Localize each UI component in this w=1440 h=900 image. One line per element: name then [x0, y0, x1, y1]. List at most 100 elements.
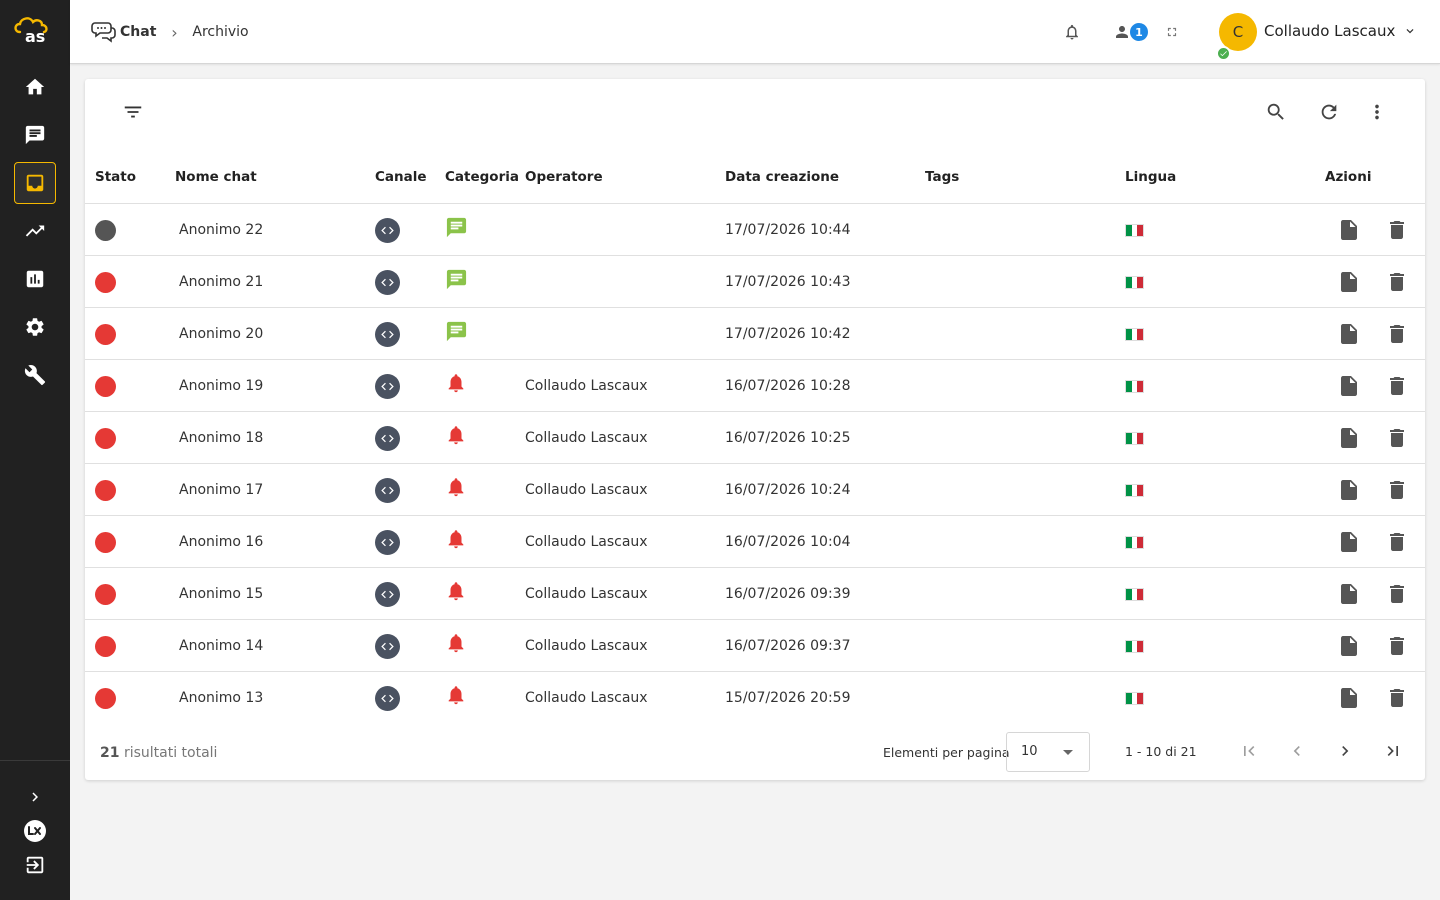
- trash-icon: [1390, 429, 1404, 447]
- chat-name[interactable]: Anonimo 14: [179, 620, 263, 672]
- table-row[interactable]: Anonimo 13 Collaudo Lascaux 15/07/2026 20:…: [85, 672, 1425, 724]
- more-vert-icon: [1375, 104, 1379, 120]
- more-options-button[interactable]: [1364, 99, 1390, 125]
- view-transcript-button[interactable]: [1337, 464, 1361, 516]
- user-name[interactable]: Collaudo Lascaux: [1264, 22, 1395, 40]
- view-transcript-button[interactable]: [1337, 672, 1361, 724]
- trash-icon: [1390, 273, 1404, 291]
- app-logo[interactable]: as: [12, 14, 56, 44]
- sidebar-item-reports[interactable]: [14, 258, 56, 300]
- creation-date: 17/07/2026 10:44: [725, 222, 851, 238]
- table-row[interactable]: Anonimo 16 Collaudo Lascaux 16/07/2026 10:…: [85, 516, 1425, 568]
- logout-icon: [26, 856, 44, 874]
- delete-button[interactable]: [1385, 360, 1409, 412]
- delete-button[interactable]: [1385, 568, 1409, 620]
- view-transcript-button[interactable]: [1337, 360, 1361, 412]
- view-transcript-button[interactable]: [1337, 516, 1361, 568]
- chat-name[interactable]: Anonimo 18: [179, 412, 263, 464]
- category-cell: [445, 204, 468, 256]
- sidebar-item-settings[interactable]: [14, 306, 56, 348]
- next-page-button[interactable]: [1333, 739, 1357, 763]
- chevron-right-icon: [32, 792, 38, 802]
- trash-icon: [1390, 533, 1404, 551]
- total-label: risultati totali: [123, 745, 218, 761]
- chat-name[interactable]: Anonimo 16: [179, 516, 263, 568]
- table-row[interactable]: Anonimo 20 17/07/2026 10:42: [85, 308, 1425, 360]
- code-icon: [381, 538, 394, 546]
- per-page-select[interactable]: 10: [1006, 732, 1090, 772]
- fullscreen-button[interactable]: [1160, 20, 1184, 44]
- delete-button[interactable]: [1385, 672, 1409, 724]
- delete-button[interactable]: [1385, 256, 1409, 308]
- code-icon: [381, 330, 394, 338]
- delete-button[interactable]: [1385, 516, 1409, 568]
- breadcrumb: Chat › Archivio: [90, 18, 249, 46]
- table-row[interactable]: Anonimo 21 17/07/2026 10:43: [85, 256, 1425, 308]
- trash-icon: [1390, 689, 1404, 707]
- sidebar-item-archive[interactable]: [14, 162, 56, 204]
- view-transcript-button[interactable]: [1337, 204, 1361, 256]
- trending-icon: [25, 225, 45, 237]
- column-header-operatore[interactable]: Operatore: [525, 169, 603, 185]
- sidebar: as: [0, 0, 70, 900]
- chat-name[interactable]: Anonimo 20: [179, 308, 263, 360]
- lascaux-link[interactable]: [20, 816, 50, 846]
- creation-date: 16/07/2026 09:37: [725, 638, 851, 654]
- sidebar-expand-button[interactable]: [20, 782, 50, 812]
- sidebar-item-trends[interactable]: [14, 210, 56, 252]
- operator-name: Collaudo Lascaux: [525, 482, 648, 498]
- last-page-button[interactable]: [1381, 739, 1405, 763]
- notifications-button[interactable]: [1060, 20, 1084, 44]
- table-row[interactable]: Anonimo 17 Collaudo Lascaux 16/07/2026 10:…: [85, 464, 1425, 516]
- chat-name[interactable]: Anonimo 22: [179, 204, 263, 256]
- filter-button[interactable]: [120, 99, 146, 125]
- chat-name[interactable]: Anonimo 17: [179, 464, 263, 516]
- code-icon: [381, 590, 394, 598]
- svg-text:as: as: [25, 27, 45, 44]
- logout-button[interactable]: [20, 850, 50, 880]
- search-button[interactable]: [1263, 99, 1289, 125]
- archive-card: Stato Nome chat Canale Categoria Operato…: [85, 79, 1425, 780]
- sidebar-item-home[interactable]: [14, 66, 56, 108]
- column-header-nome[interactable]: Nome chat: [175, 169, 257, 185]
- table-row[interactable]: Anonimo 14 Collaudo Lascaux 16/07/2026 09:…: [85, 620, 1425, 672]
- italy-flag-icon: [1125, 535, 1144, 549]
- delete-button[interactable]: [1385, 204, 1409, 256]
- previous-page-button[interactable]: [1285, 739, 1309, 763]
- first-page-button[interactable]: [1237, 739, 1261, 763]
- view-transcript-button[interactable]: [1337, 620, 1361, 672]
- column-header-tags[interactable]: Tags: [925, 169, 959, 185]
- chat-name[interactable]: Anonimo 19: [179, 360, 263, 412]
- column-header-categoria[interactable]: Categoria: [445, 169, 519, 185]
- delete-button[interactable]: [1385, 412, 1409, 464]
- status-cell: [95, 620, 116, 672]
- delete-button[interactable]: [1385, 308, 1409, 360]
- sidebar-item-tools[interactable]: [14, 354, 56, 396]
- code-icon: [381, 486, 394, 494]
- breadcrumb-chat-link[interactable]: Chat: [120, 24, 156, 40]
- chevron-down-icon[interactable]: [1403, 24, 1417, 38]
- chat-name[interactable]: Anonimo 21: [179, 256, 263, 308]
- delete-button[interactable]: [1385, 620, 1409, 672]
- view-transcript-button[interactable]: [1337, 308, 1361, 360]
- column-header-data[interactable]: Data creazione: [725, 169, 839, 185]
- view-transcript-button[interactable]: [1337, 568, 1361, 620]
- column-header-lingua[interactable]: Lingua: [1125, 169, 1176, 185]
- table-row[interactable]: Anonimo 15 Collaudo Lascaux 16/07/2026 09:…: [85, 568, 1425, 620]
- status-cell: [95, 256, 116, 308]
- table-row[interactable]: Anonimo 22 17/07/2026 10:44: [85, 204, 1425, 256]
- column-header-stato[interactable]: Stato: [95, 169, 136, 185]
- bell-alert-icon: [448, 582, 464, 601]
- view-transcript-button[interactable]: [1337, 256, 1361, 308]
- delete-button[interactable]: [1385, 464, 1409, 516]
- table-row[interactable]: Anonimo 19 Collaudo Lascaux 16/07/2026 10:…: [85, 360, 1425, 412]
- view-transcript-button[interactable]: [1337, 412, 1361, 464]
- refresh-button[interactable]: [1316, 99, 1342, 125]
- language-cell: [1125, 204, 1144, 256]
- sidebar-item-chat[interactable]: [14, 114, 56, 156]
- column-header-canale[interactable]: Canale: [375, 169, 427, 185]
- chat-name[interactable]: Anonimo 15: [179, 568, 263, 620]
- chat-name[interactable]: Anonimo 13: [179, 672, 263, 724]
- top-header: Chat › Archivio 1 C Collaudo Lascaux: [70, 0, 1440, 64]
- table-row[interactable]: Anonimo 18 Collaudo Lascaux 16/07/2026 10:…: [85, 412, 1425, 464]
